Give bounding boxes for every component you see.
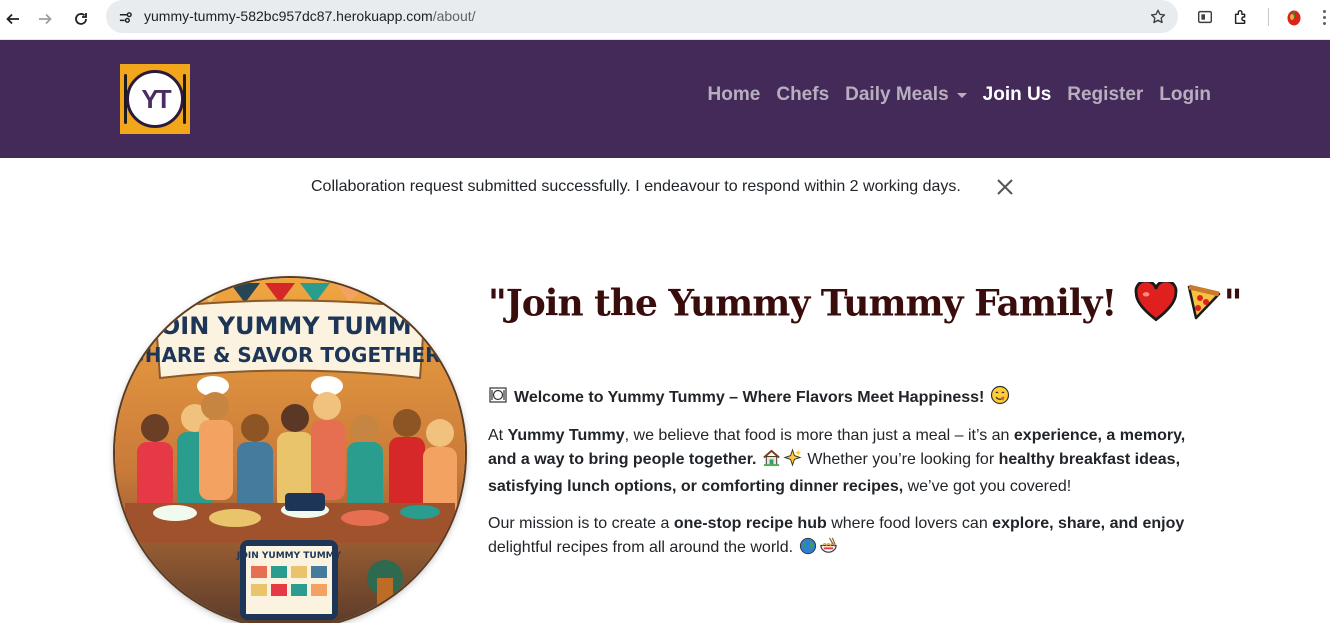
p1-t1: At: [488, 427, 508, 444]
p2-t2: where food lovers can: [826, 515, 993, 532]
logo-plate: YT: [126, 70, 184, 128]
site-logo[interactable]: YT: [120, 64, 190, 134]
noodle-bowl-icon: [819, 536, 838, 563]
pizza-icon: [1184, 282, 1224, 331]
chevron-down-icon: [956, 92, 967, 98]
p2-hub: one-stop recipe hub: [673, 515, 827, 532]
site-navbar: YT Home Chefs Daily Meals Join Us Regist…: [0, 40, 1330, 158]
tablet-text: JOIN YUMMY TUMMY: [236, 551, 342, 561]
close-icon[interactable]: [993, 175, 1017, 199]
forward-arrow-icon[interactable]: [32, 6, 58, 32]
nav-join-us-link[interactable]: Join Us: [983, 84, 1052, 106]
address-bar[interactable]: yummy-tummy-582bc957dc87.herokuapp.com/a…: [106, 0, 1178, 33]
browser-toolbar: yummy-tummy-582bc957dc87.herokuapp.com/a…: [0, 0, 1330, 40]
sparkles-icon: [783, 448, 802, 475]
p1-brand: Yummy Tummy: [507, 427, 625, 444]
welcome-line: Welcome to Yummy Tummy – Where Flavors M…: [488, 385, 1010, 411]
url-text: yummy-tummy-582bc957dc87.herokuapp.com/a…: [144, 8, 476, 25]
back-arrow-icon[interactable]: [0, 6, 26, 32]
nav-daily-meals-label: Daily Meals: [845, 84, 949, 105]
page-title: "Join the Yummy Tummy Family! ": [488, 279, 1243, 331]
url-path: /about/: [432, 8, 476, 24]
p1-t2: , we believe that food is more than just…: [624, 427, 1014, 444]
site-info-icon[interactable]: [114, 6, 136, 28]
nav-register-link[interactable]: Register: [1067, 84, 1143, 106]
intro-paragraph: At Yummy Tummy, we believe that food is …: [488, 424, 1208, 499]
logo-monogram: YT: [141, 83, 171, 114]
p2-t3: delightful recipes from all around the w…: [488, 539, 794, 556]
nav-links: Home Chefs Daily Meals Join Us Register …: [708, 84, 1211, 106]
nav-home-link[interactable]: Home: [708, 84, 761, 106]
p1-t4: we’ve got you covered!: [903, 478, 1072, 495]
page-title-close-quote: ": [1223, 282, 1243, 325]
cast-icon[interactable]: [1194, 6, 1216, 28]
alert-message: Collaboration request submitted successf…: [311, 178, 961, 195]
p2-explore: explore, share, and enjoy: [992, 515, 1185, 532]
mission-paragraph: Our mission is to create a one-stop reci…: [488, 512, 1208, 563]
bookmark-star-icon[interactable]: [1148, 7, 1168, 27]
success-alert: Collaboration request submitted successf…: [0, 158, 1330, 216]
url-host: yummy-tummy-582bc957dc87.herokuapp.com: [144, 8, 433, 24]
nav-chefs-link[interactable]: Chefs: [776, 84, 829, 106]
p2-t1: Our mission is to create a: [488, 515, 674, 532]
extensions-icon[interactable]: [1230, 6, 1252, 28]
knife-icon: [183, 74, 186, 124]
profile-avatar-icon[interactable]: [1283, 6, 1305, 28]
nav-daily-meals-dropdown[interactable]: Daily Meals: [845, 84, 967, 106]
p1-t3: Whether you’re looking for: [802, 451, 999, 468]
reload-icon[interactable]: [68, 6, 94, 32]
banner-line2: SHARE & SAVOR TOGETHER!: [130, 343, 449, 367]
community-cooking-illustration: JOIN YUMMY TUMMY SHARE & SAVOR TOGETHER!…: [115, 278, 465, 623]
toolbar-divider: [1268, 8, 1269, 26]
page-title-text: "Join the Yummy Tummy Family!: [488, 282, 1117, 325]
house-icon: [762, 448, 781, 475]
more-menu-icon[interactable]: [1318, 6, 1330, 28]
nav-login-link[interactable]: Login: [1159, 84, 1211, 106]
globe-icon: [799, 537, 817, 563]
welcome-text: Welcome to Yummy Tummy – Where Flavors M…: [514, 389, 985, 406]
yum-face-icon: [990, 385, 1010, 411]
plate-cutlery-icon: [488, 385, 508, 411]
banner-line1: JOIN YUMMY TUMMY: [149, 312, 430, 340]
heart-icon: [1134, 279, 1178, 331]
